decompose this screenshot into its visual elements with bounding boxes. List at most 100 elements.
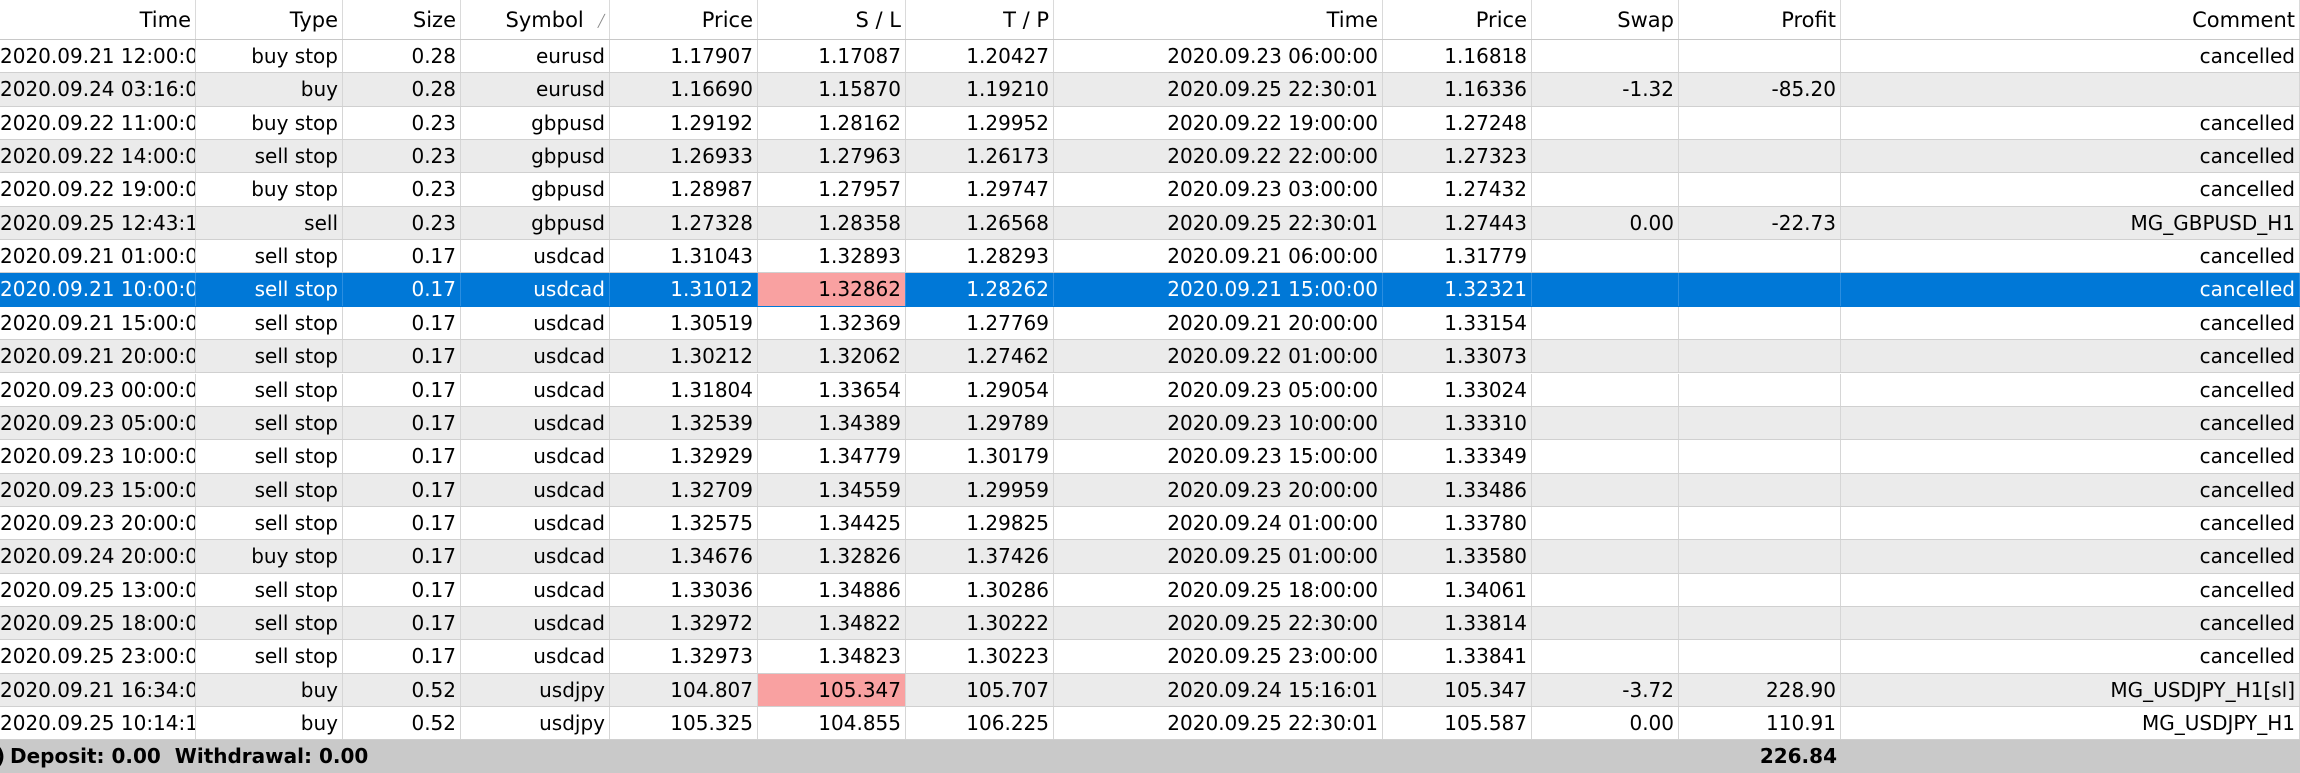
- cell-sl: 1.34425: [758, 506, 906, 540]
- table-row[interactable]: 2020.09.25 18:00:00 sell stop 0.17 usdcad 1.…: [0, 606, 2300, 641]
- cell-price-open: 1.32539: [610, 406, 758, 440]
- cell-sl: 105.347: [758, 673, 906, 706]
- table-row[interactable]: 2020.09.21 15:00:00 sell stop 0.17 usdcad 1.…: [0, 306, 2300, 341]
- cell-time-open: 2020.09.23 00:00:02: [0, 373, 196, 406]
- table-row[interactable]: 2020.09.24 20:00:00 buy stop 0.17 usdcad 1.3…: [0, 540, 2300, 574]
- cell-size: 0.17: [343, 640, 461, 673]
- table-row[interactable]: 2020.09.24 03:16:03 buy 0.28 eurusd 1.16690 1…: [0, 73, 2300, 107]
- cell-profit: 110.91: [1679, 707, 1841, 740]
- cell-sl: 1.15870: [758, 73, 906, 106]
- cell-swap: [1532, 173, 1679, 206]
- cell-time-close: 2020.09.22 19:00:00: [1054, 106, 1383, 140]
- table-row[interactable]: 2020.09.23 10:00:01 sell stop 0.17 usdcad 1.…: [0, 440, 2300, 474]
- cell-profit: [1679, 373, 1841, 406]
- column-header-symbol[interactable]: Symbol ╱: [461, 0, 610, 39]
- cell-time-open: 2020.09.25 12:43:10: [0, 206, 196, 240]
- table-row[interactable]: 2020.09.23 00:00:02 sell stop 0.17 usdcad 1.…: [0, 373, 2300, 407]
- cell-price-open: 104.807: [610, 673, 758, 706]
- cell-size: 0.28: [343, 40, 461, 73]
- cell-size: 0.17: [343, 606, 461, 640]
- cell-tp: 1.29789: [906, 406, 1054, 440]
- cell-tp: 1.30223: [906, 640, 1054, 673]
- cell-time-open: 2020.09.22 19:00:00: [0, 173, 196, 206]
- column-header-swap[interactable]: Swap: [1532, 0, 1679, 39]
- cell-comment: cancelled: [1841, 606, 2300, 640]
- cell-price-close: 1.33780: [1383, 506, 1532, 540]
- cell-price-open: 1.30212: [610, 340, 758, 373]
- cell-type: sell stop: [196, 406, 343, 440]
- column-header-profit[interactable]: Profit: [1679, 0, 1841, 39]
- cell-sl: 1.34822: [758, 606, 906, 640]
- cell-symbol: usdcad: [461, 373, 610, 406]
- table-row[interactable]: 2020.09.21 20:00:00 sell stop 0.17 usdcad 1.…: [0, 340, 2300, 374]
- cell-sl: 104.855: [758, 707, 906, 740]
- cell-swap: [1532, 340, 1679, 373]
- cell-profit: [1679, 640, 1841, 673]
- cell-symbol: usdcad: [461, 240, 610, 273]
- table-row[interactable]: 2020.09.25 10:14:18 buy 0.52 usdjpy 105.325 1…: [0, 707, 2300, 741]
- column-header-comment[interactable]: Comment: [1841, 0, 2300, 39]
- cell-profit: -22.73: [1679, 206, 1841, 240]
- column-header-label: Price: [1475, 8, 1527, 32]
- cell-profit: -85.20: [1679, 73, 1841, 106]
- summary-text: Deposit: 0.00 Withdrawal: 0.00: [10, 744, 369, 769]
- cell-tp: 1.29825: [906, 506, 1054, 540]
- column-header-time-close[interactable]: Time: [1054, 0, 1383, 39]
- table-row[interactable]: 2020.09.25 23:00:00 sell stop 0.17 usdcad 1.…: [0, 640, 2300, 674]
- table-row[interactable]: 2020.09.21 01:00:05 sell stop 0.17 usdcad 1.…: [0, 240, 2300, 274]
- column-header-tp[interactable]: T / P: [906, 0, 1054, 39]
- cell-profit: [1679, 573, 1841, 606]
- table-row[interactable]: 2020.09.22 11:00:00 buy stop 0.23 gbpusd 1.2…: [0, 106, 2300, 141]
- cell-sl: 1.28358: [758, 206, 906, 240]
- cell-sl: 1.32893: [758, 240, 906, 273]
- table-row[interactable]: 2020.09.25 12:43:10 sell 0.23 gbpusd 1.27328…: [0, 206, 2300, 241]
- cell-symbol: usdcad: [461, 440, 610, 473]
- table-row[interactable]: 2020.09.21 10:00:00 sell stop 0.17 usdcad 1.…: [0, 273, 2300, 307]
- cell-time-close: 2020.09.21 20:00:00: [1054, 306, 1383, 340]
- cell-time-close: 2020.09.25 01:00:00: [1054, 540, 1383, 573]
- cell-time-close: 2020.09.23 06:00:00: [1054, 40, 1383, 73]
- cell-price-open: 1.34676: [610, 540, 758, 573]
- column-header-sl[interactable]: S / L: [758, 0, 906, 39]
- cell-time-close: 2020.09.25 22:30:00: [1054, 606, 1383, 640]
- table-row[interactable]: 2020.09.22 19:00:00 buy stop 0.23 gbpusd 1.2…: [0, 173, 2300, 207]
- column-header-size[interactable]: Size: [343, 0, 461, 39]
- cell-time-close: 2020.09.23 03:00:00: [1054, 173, 1383, 206]
- table-row[interactable]: 2020.09.23 15:00:00 sell stop 0.17 usdcad 1.…: [0, 473, 2300, 507]
- cell-time-close: 2020.09.25 23:00:00: [1054, 640, 1383, 673]
- cell-swap: [1532, 473, 1679, 506]
- cell-profit: [1679, 173, 1841, 206]
- cell-comment: cancelled: [1841, 540, 2300, 573]
- sort-indicator-icon: ╱: [597, 14, 605, 28]
- column-header-price-close[interactable]: Price: [1383, 0, 1532, 39]
- column-header-time-open[interactable]: Time: [0, 0, 196, 39]
- cell-sl: 1.17087: [758, 40, 906, 73]
- cell-swap: [1532, 440, 1679, 473]
- cell-swap: [1532, 373, 1679, 406]
- cell-price-close: 1.33073: [1383, 340, 1532, 373]
- table-row[interactable]: 2020.09.22 14:00:00 sell stop 0.23 gbpusd 1.…: [0, 140, 2300, 174]
- table-row[interactable]: 2020.09.23 20:00:00 sell stop 0.17 usdcad 1.…: [0, 506, 2300, 541]
- cell-type: sell stop: [196, 273, 343, 306]
- column-header-type[interactable]: Type: [196, 0, 343, 39]
- table-row[interactable]: 2020.09.25 13:00:01 sell stop 0.17 usdcad 1.…: [0, 573, 2300, 607]
- cell-comment: cancelled: [1841, 373, 2300, 406]
- cell-symbol: usdcad: [461, 306, 610, 340]
- table-row[interactable]: 2020.09.21 12:00:00 buy stop 0.28 eurusd 1.1…: [0, 40, 2300, 74]
- cell-time-open: 2020.09.25 10:14:18: [0, 707, 196, 740]
- cell-swap: -1.32: [1532, 73, 1679, 106]
- cell-time-open: 2020.09.25 23:00:00: [0, 640, 196, 673]
- cell-time-open: 2020.09.22 11:00:00: [0, 106, 196, 140]
- cell-sl: 1.32369: [758, 306, 906, 340]
- column-header-price-open[interactable]: Price: [610, 0, 758, 39]
- table-row[interactable]: 2020.09.23 05:00:01 sell stop 0.17 usdcad 1.…: [0, 406, 2300, 441]
- cell-profit: [1679, 240, 1841, 273]
- table-row[interactable]: 2020.09.21 16:34:09 buy 0.52 usdjpy 104.807 1…: [0, 673, 2300, 707]
- account-summary-bar: )Deposit: 0.00 Withdrawal: 0.00 226.84: [0, 740, 2300, 773]
- column-header-label: Time: [139, 8, 191, 32]
- cell-swap: 0.00: [1532, 707, 1679, 740]
- cell-type: buy: [196, 73, 343, 106]
- cell-time-close: 2020.09.25 22:30:01: [1054, 707, 1383, 740]
- cell-size: 0.52: [343, 707, 461, 740]
- cell-tp: 1.26173: [906, 140, 1054, 173]
